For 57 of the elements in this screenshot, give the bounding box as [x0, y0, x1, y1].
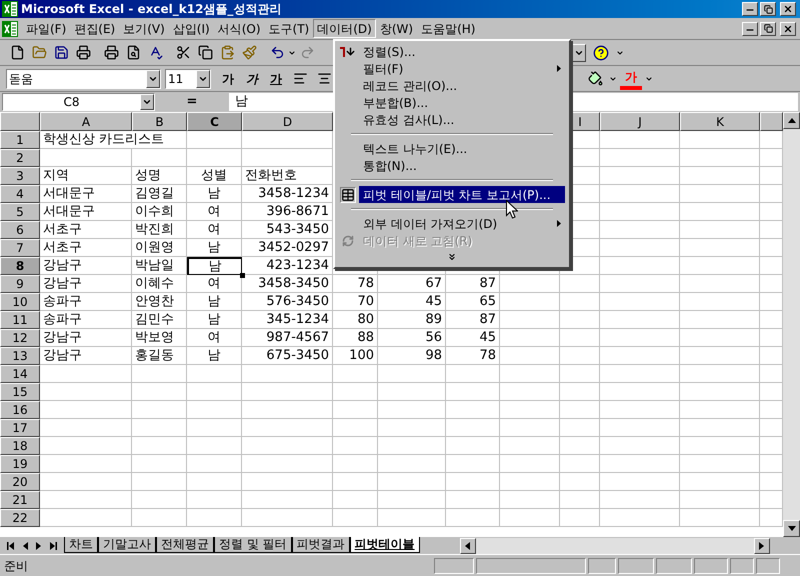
table-cell: 학생신상 카드리스트: [40, 131, 187, 149]
table-cell: 성명: [132, 167, 187, 185]
table-cell: 남: [187, 257, 242, 275]
table-cell: 3458-3450: [242, 275, 333, 293]
status-text: 준비: [4, 558, 29, 574]
table-cell: 98: [378, 347, 446, 365]
table-cell: 박진희: [132, 221, 187, 239]
table-cell: 56: [378, 329, 446, 347]
table-cell: 강남구: [40, 347, 132, 365]
table-cell: 675-3450: [242, 347, 333, 365]
table-cell: 남: [187, 293, 242, 311]
table-cell: 박보영: [132, 329, 187, 347]
table-cell: 강남구: [40, 275, 132, 293]
table-cell: 87: [446, 311, 500, 329]
table-cell: 김민수: [132, 311, 187, 329]
table-cell: 이혜수: [132, 275, 187, 293]
table-cell: 45: [378, 293, 446, 311]
table-cell: 여: [187, 221, 242, 239]
table-cell: 78: [333, 275, 378, 293]
table-cell: 서초구: [40, 221, 132, 239]
table-cell: 89: [378, 311, 446, 329]
table-cell: 45: [446, 329, 500, 347]
table-cell: 576-3450: [242, 293, 333, 311]
table-cell: 이수희: [132, 203, 187, 221]
table-cell: 남: [187, 311, 242, 329]
table-cell: 67: [378, 275, 446, 293]
table-cell: 78: [446, 347, 500, 365]
table-cell: 남: [187, 185, 242, 203]
table-cell: 성별: [187, 167, 242, 185]
table-cell: 이원영: [132, 239, 187, 257]
table-cell: 88: [333, 329, 378, 347]
table-cell: 서초구: [40, 239, 132, 257]
window-title: Microsoft Excel - excel_k12샘플_성적관리: [21, 1, 282, 18]
table-cell: 87: [446, 275, 500, 293]
table-cell: 지역: [40, 167, 132, 185]
table-cell: 박남일: [132, 257, 187, 275]
table-cell: 송파구: [40, 311, 132, 329]
table-cell: 안영찬: [132, 293, 187, 311]
table-cell: 여: [187, 203, 242, 221]
table-cell: 345-1234: [242, 311, 333, 329]
table-cell: 서대문구: [40, 185, 132, 203]
table-cell: 80: [333, 311, 378, 329]
table-cell: 남: [187, 347, 242, 365]
table-cell: 서대문구: [40, 203, 132, 221]
table-cell: 강남구: [40, 257, 132, 275]
table-cell: 65: [446, 293, 500, 311]
table-cell: 송파구: [40, 293, 132, 311]
equals-sign: =: [186, 93, 198, 112]
table-cell: 홍길동: [132, 347, 187, 365]
table-cell: 여: [187, 329, 242, 347]
table-cell: 100: [333, 347, 378, 365]
table-cell: 남: [187, 239, 242, 257]
table-cell: 70: [333, 293, 378, 311]
table-cell: 김영길: [132, 185, 187, 203]
table-cell: 강남구: [40, 329, 132, 347]
table-cell: 여: [187, 275, 242, 293]
table-cell: 987-4567: [242, 329, 333, 347]
